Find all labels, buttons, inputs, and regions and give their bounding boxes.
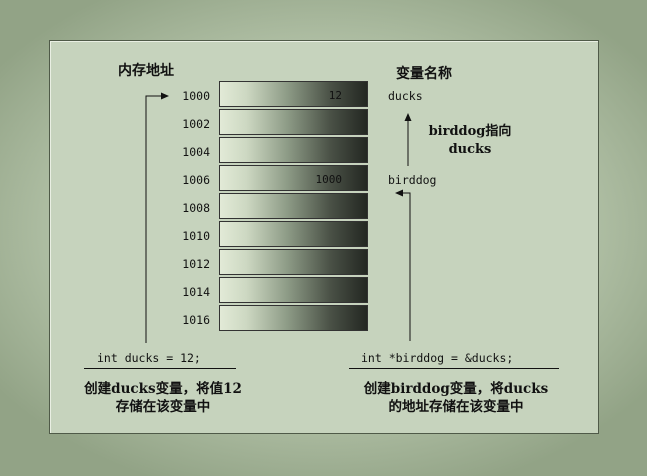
right-code-underline <box>349 368 559 369</box>
birddog-caption: 创建birddog变量，将ducks 的地址存储在该变量中 <box>356 380 556 416</box>
birddog-caption-line1: 创建birddog变量，将ducks <box>363 381 549 397</box>
ducks-caption-line1: 创建ducks变量，将值12 <box>84 381 242 397</box>
ducks-caption-line2: 存储在该变量中 <box>115 399 211 415</box>
birddog-declaration-arrow <box>395 189 411 341</box>
birddog-caption-line2: 的地址存储在该变量中 <box>388 399 524 415</box>
birddog-declaration-code: int *birddog = &ducks; <box>361 351 514 365</box>
ducks-caption: 创建ducks变量，将值12 存储在该变量中 <box>68 380 258 416</box>
ducks-declaration-code: int ducks = 12; <box>97 351 201 365</box>
left-code-underline <box>84 368 236 369</box>
ducks-address-arrow <box>145 92 169 343</box>
